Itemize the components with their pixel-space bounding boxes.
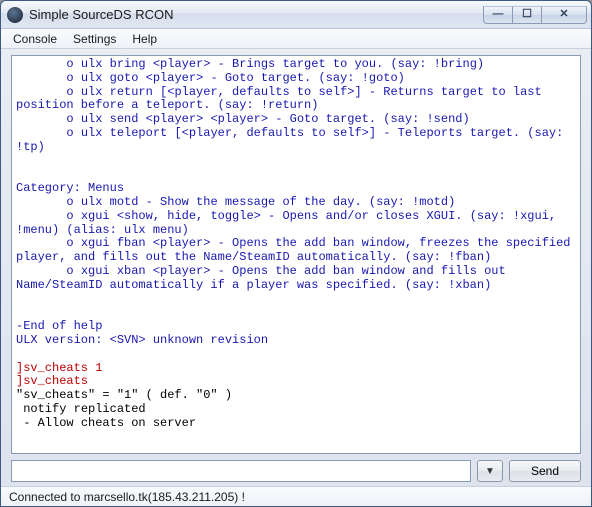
console-line: ]sv_cheats <box>16 375 576 389</box>
console-line: ULX version: <SVN> unknown revision <box>16 334 576 348</box>
close-icon: ✕ <box>559 9 568 20</box>
console-output[interactable]: o ulx bring <player> - Brings target to … <box>11 55 581 454</box>
console-line: ]sv_cheats 1 <box>16 362 576 376</box>
console-line: o ulx teleport [<player, defaults to sel… <box>16 127 576 155</box>
console-line: o xgui fban <player> - Opens the add ban… <box>16 237 576 265</box>
minimize-button[interactable]: — <box>483 6 513 24</box>
console-line: o xgui <show, hide, toggle> - Opens and/… <box>16 210 576 238</box>
history-dropdown-button[interactable]: ▼ <box>477 460 503 482</box>
chevron-down-icon: ▼ <box>485 466 495 477</box>
app-icon <box>7 7 23 23</box>
content-area: o ulx bring <player> - Brings target to … <box>1 49 591 486</box>
titlebar[interactable]: Simple SourceDS RCON — ☐ ✕ <box>1 1 591 29</box>
console-line <box>16 348 576 362</box>
menubar: Console Settings Help <box>1 29 591 49</box>
minimize-icon: — <box>493 9 504 20</box>
close-button[interactable]: ✕ <box>541 6 587 24</box>
menu-help[interactable]: Help <box>124 30 165 48</box>
menu-settings[interactable]: Settings <box>65 30 124 48</box>
console-line: o ulx bring <player> - Brings target to … <box>16 58 576 72</box>
console-line <box>16 431 576 445</box>
send-button-label: Send <box>531 464 559 478</box>
maximize-icon: ☐ <box>522 9 532 20</box>
statusbar: Connected to marcsello.tk(185.43.211.205… <box>1 486 591 506</box>
window-controls: — ☐ ✕ <box>484 6 587 24</box>
status-text: Connected to marcsello.tk(185.43.211.205… <box>9 490 245 504</box>
console-line: o xgui xban <player> - Opens the add ban… <box>16 265 576 293</box>
console-line <box>16 293 576 307</box>
send-button[interactable]: Send <box>509 460 581 482</box>
maximize-button[interactable]: ☐ <box>512 6 542 24</box>
command-input[interactable] <box>11 460 471 482</box>
console-line: -End of help <box>16 320 576 334</box>
console-line <box>16 168 576 182</box>
console-line: o ulx goto <player> - Goto target. (say:… <box>16 72 576 86</box>
input-row: ▼ Send <box>11 460 581 482</box>
console-line <box>16 306 576 320</box>
app-window: Simple SourceDS RCON — ☐ ✕ Console Setti… <box>0 0 592 507</box>
console-line: Category: Menus <box>16 182 576 196</box>
window-title: Simple SourceDS RCON <box>29 7 484 22</box>
console-line: notify replicated <box>16 403 576 417</box>
console-line: o ulx send <player> <player> - Goto targ… <box>16 113 576 127</box>
console-line <box>16 155 576 169</box>
menu-console[interactable]: Console <box>5 30 65 48</box>
console-line: o ulx return [<player, defaults to self>… <box>16 86 576 114</box>
console-line: - Allow cheats on server <box>16 417 576 431</box>
console-line: "sv_cheats" = "1" ( def. "0" ) <box>16 389 576 403</box>
console-line: o ulx motd - Show the message of the day… <box>16 196 576 210</box>
